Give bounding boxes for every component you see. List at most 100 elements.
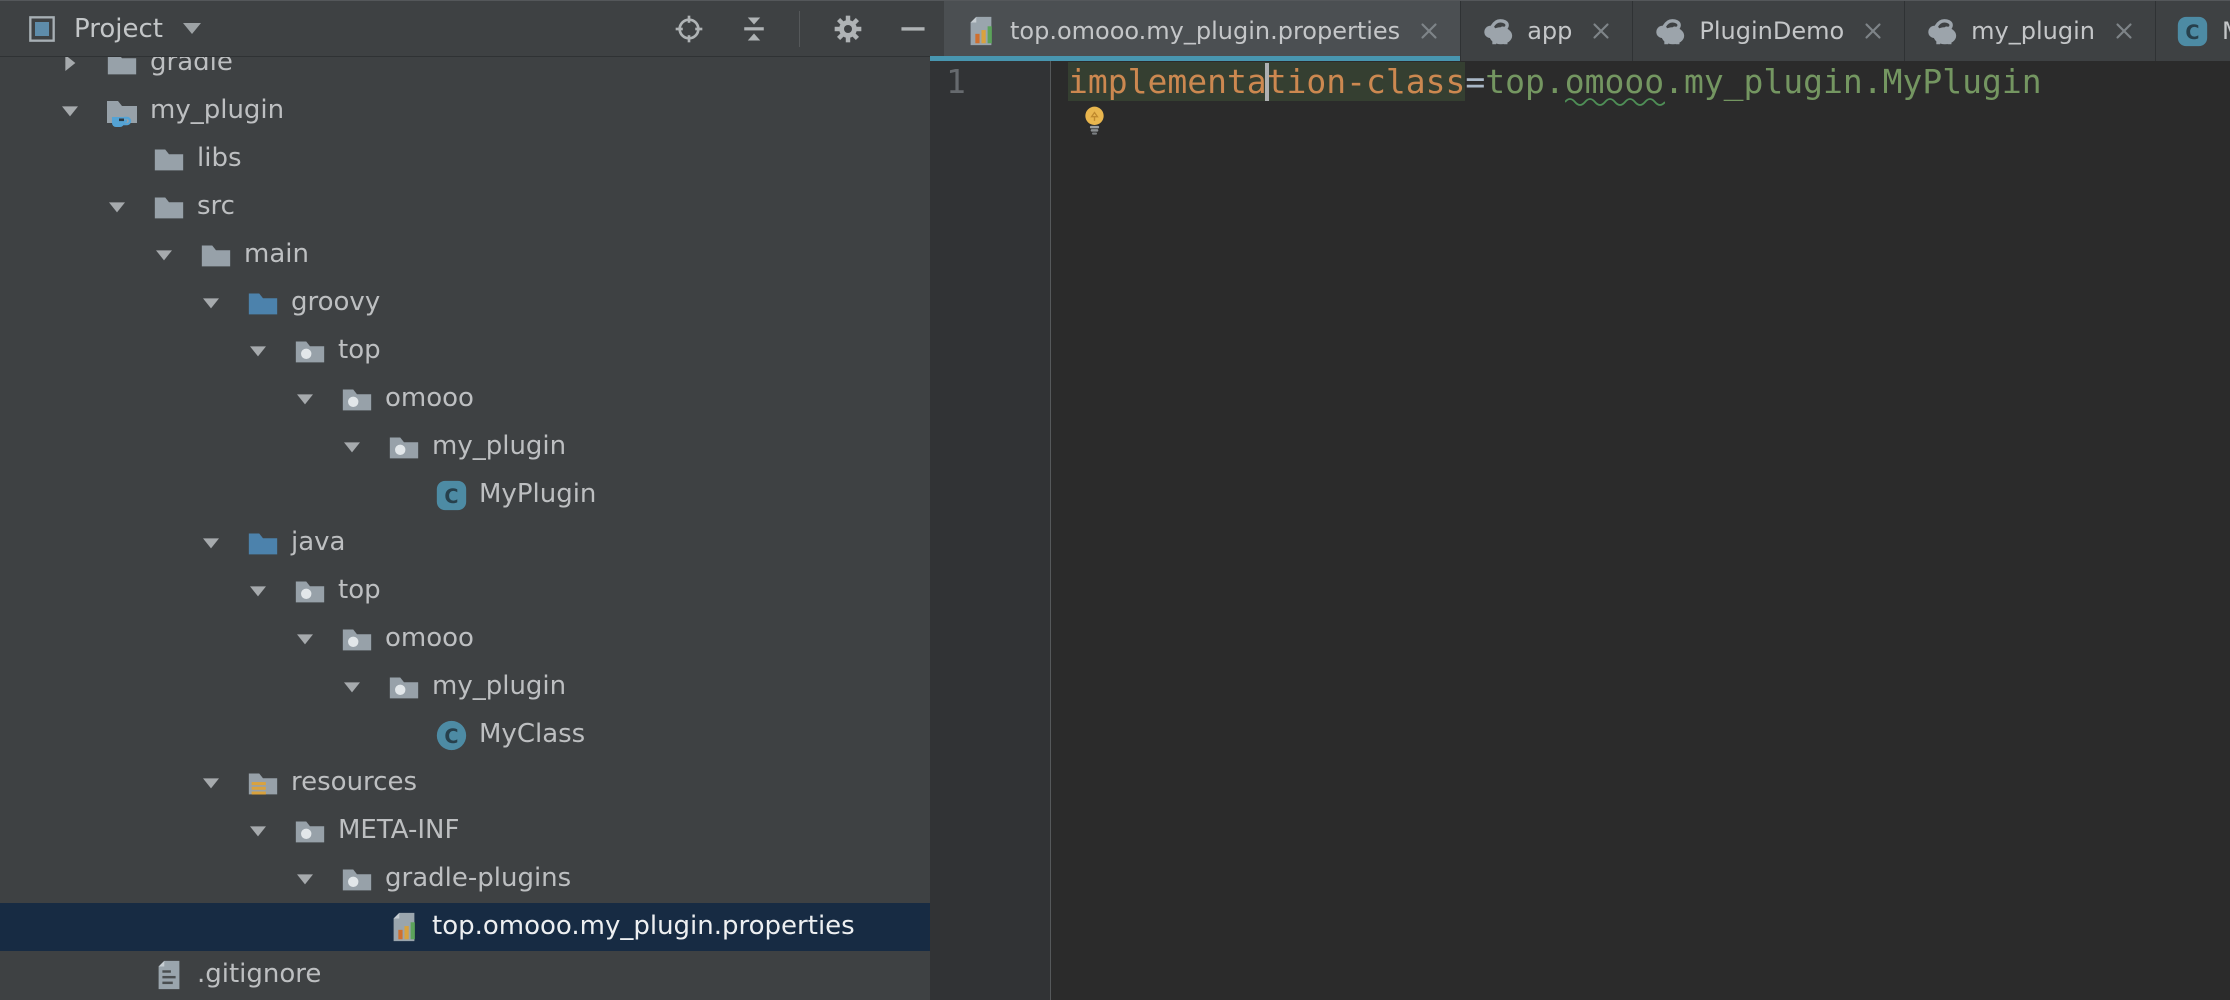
settings-gear-icon[interactable] [831, 12, 864, 46]
tree-expand-arrow-down-icon[interactable] [293, 627, 317, 651]
chevron-down-icon[interactable] [183, 23, 201, 34]
intention-lightbulb-icon[interactable] [1082, 99, 1112, 141]
tree-item-java[interactable]: java [0, 519, 930, 567]
gradle-elephant-icon [1481, 14, 1515, 48]
tree-item-omooo[interactable]: omooo [0, 375, 930, 423]
tab-close-icon[interactable] [2111, 18, 2137, 44]
package-folder-icon [386, 429, 422, 465]
editor-tab-m[interactable]: CM [2156, 1, 2230, 61]
java-class-icon: C [433, 717, 469, 753]
token-key: tion-class [1267, 62, 1466, 101]
panel-header-actions [640, 1, 930, 57]
groovy-class-icon: C [433, 477, 469, 513]
tree-indent-spacer [387, 483, 411, 507]
tab-label: app [1527, 17, 1572, 45]
package-folder-icon [292, 813, 328, 849]
module-folder-icon [104, 93, 140, 129]
tree-item-top[interactable]: top [0, 327, 930, 375]
tab-close-icon[interactable] [1416, 18, 1442, 44]
tree-item-label: top.omooo.my_plugin.properties [432, 911, 855, 941]
package-folder-icon [292, 573, 328, 609]
tab-close-icon[interactable] [1860, 18, 1886, 44]
project-tool-window: gradle my_pluginlibssrcmaingroovytopomoo… [0, 1, 930, 1000]
package-folder-icon [292, 333, 328, 369]
tree-expand-arrow-down-icon[interactable] [340, 675, 364, 699]
tree-expand-arrow-down-icon[interactable] [246, 339, 270, 363]
tree-item-myplugin[interactable]: C MyPlugin [0, 471, 930, 519]
folder-icon [151, 141, 187, 177]
properties-file-icon [964, 14, 998, 48]
tree-expand-arrow-down-icon[interactable] [293, 387, 317, 411]
tree-expand-arrow-down-icon[interactable] [105, 195, 129, 219]
tree-item--gitignore[interactable]: .gitignore [0, 951, 930, 999]
tab-close-icon[interactable] [1588, 18, 1614, 44]
resources-folder-icon [245, 765, 281, 801]
tree-expand-arrow-down-icon[interactable] [246, 819, 270, 843]
tree-item-src[interactable]: src [0, 183, 930, 231]
tree-item-label: my_plugin [432, 431, 566, 461]
tree-item-label: resources [291, 767, 417, 797]
project-panel-header: Project [0, 1, 930, 57]
tree-item-meta-inf[interactable]: META-INF [0, 807, 930, 855]
tree-item-my_plugin[interactable]: my_plugin [0, 87, 930, 135]
ide-window: gradle my_pluginlibssrcmaingroovytopomoo… [0, 0, 2230, 1000]
tree-expand-arrow-down-icon[interactable] [340, 435, 364, 459]
token-value: top. [1485, 62, 1564, 101]
tab-label: my_plugin [1971, 17, 2095, 45]
tree-expand-arrow-down-icon[interactable] [199, 771, 223, 795]
tree-item-label: main [244, 239, 309, 269]
tree-item-main[interactable]: main [0, 231, 930, 279]
editor-tab-top-omooo-my_plugin-properties[interactable]: top.omooo.my_plugin.properties [944, 1, 1461, 61]
tree-item-label: my_plugin [150, 95, 284, 125]
package-folder-icon [339, 381, 375, 417]
locate-icon[interactable] [672, 12, 705, 46]
tree-item-label: my_plugin [432, 671, 566, 701]
token-typo-squiggle: omooo [1565, 61, 1664, 103]
tree-item-gradle-plugins[interactable]: gradle-plugins [0, 855, 930, 903]
tree-item-top-omooo-my_plugin-properties[interactable]: top.omooo.my_plugin.properties [0, 903, 930, 951]
package-folder-icon [386, 669, 422, 705]
tree-expand-arrow-down-icon[interactable] [199, 291, 223, 315]
tree-expand-arrow-down-icon[interactable] [199, 531, 223, 555]
tree-item-top[interactable]: top [0, 567, 930, 615]
editor-area: top.omooo.my_plugin.properties app [930, 1, 2230, 1000]
editor-gutter: 1 [930, 61, 1051, 1000]
tree-item-myclass[interactable]: CMyClass [0, 711, 930, 759]
tree-item-label: MyPlugin [479, 479, 596, 509]
token-key: implementa [1068, 62, 1267, 101]
tab-label: top.omooo.my_plugin.properties [1010, 17, 1400, 45]
tree-item-label: .gitignore [197, 959, 321, 989]
tree-item-label: META-INF [338, 815, 459, 845]
tree-indent-spacer [340, 915, 364, 939]
tree-expand-arrow-down-icon[interactable] [152, 243, 176, 267]
tree-expand-arrow-down-icon[interactable] [293, 867, 317, 891]
panel-title[interactable]: Project [74, 14, 163, 44]
tree-item-my_plugin[interactable]: my_plugin [0, 663, 930, 711]
project-tool-window-icon [28, 15, 56, 43]
hide-panel-icon[interactable] [897, 12, 930, 46]
tree-item-libs[interactable]: libs [0, 135, 930, 183]
tree-expand-arrow-down-icon[interactable] [58, 99, 82, 123]
tree-item-label: libs [197, 143, 242, 173]
tree-expand-arrow-down-icon[interactable] [246, 579, 270, 603]
properties-file-icon [386, 909, 422, 945]
tree-item-omooo[interactable]: omooo [0, 615, 930, 663]
collapse-all-icon[interactable] [737, 12, 770, 46]
tree-item-resources[interactable]: resources [0, 759, 930, 807]
tree-item-label: omooo [385, 383, 474, 413]
groovy-class-icon: C [2176, 14, 2210, 48]
editor-tab-app[interactable]: app [1461, 1, 1633, 61]
folder-icon [198, 237, 234, 273]
code-line-1: implementation-class=top.omooo .my_plugi… [1052, 61, 2230, 103]
code-editor-surface[interactable]: implementation-class=top.omooo .my_plugi… [1052, 61, 2230, 1000]
gradle-elephant-icon [1653, 14, 1687, 48]
tree-item-label: src [197, 191, 235, 221]
tree-item-my_plugin[interactable]: my_plugin [0, 423, 930, 471]
editor-tab-plugindemo[interactable]: PluginDemo [1633, 1, 1905, 61]
tree-indent-spacer [387, 723, 411, 747]
tab-label: M [2222, 17, 2230, 45]
source-folder-icon [245, 285, 281, 321]
package-folder-icon [339, 621, 375, 657]
editor-tab-my_plugin[interactable]: my_plugin [1905, 1, 2156, 61]
tree-item-groovy[interactable]: groovy [0, 279, 930, 327]
